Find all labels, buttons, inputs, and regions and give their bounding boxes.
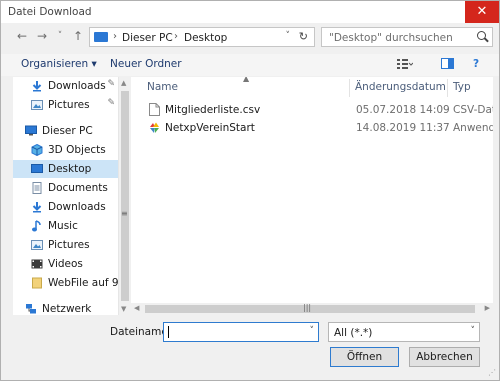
pc-icon [94,32,108,42]
file-list-horizontal-scrollbar[interactable]: ◀ ||| ▶ [131,303,493,315]
chevron-down-icon[interactable]: ˅ [471,326,476,336]
preview-pane-icon[interactable] [441,58,454,72]
nav-item-downloads[interactable]: Downloads [13,198,118,216]
csv-file-icon [149,103,160,116]
scroll-right-icon[interactable]: ▶ [485,304,490,312]
video-icon [31,259,43,269]
file-name: Mitgliederliste.csv [165,104,261,116]
toolbar: Organisieren ▾ Neuer Ordner ? [1,54,499,76]
nav-item-documents[interactable]: Documents [13,179,118,197]
scroll-thumb[interactable] [121,91,129,301]
file-list: Name ▲ Änderungsdatum Typ Mitgliederlist… [131,77,493,303]
chevron-down-icon[interactable]: ˅ [310,326,315,336]
recent-locations-button[interactable]: ˅ [53,28,67,44]
nav-item-label: 3D Objects [48,144,106,156]
title-bar: Datei Download ✕ [1,1,499,23]
cancel-button[interactable]: Abbrechen [409,347,480,367]
scroll-left-icon[interactable]: ◀ [134,304,139,312]
breadcrumb-desktop[interactable]: Desktop [184,32,227,44]
music-note-icon [32,220,41,232]
open-button[interactable]: Öffnen [330,347,399,367]
address-dropdown-icon[interactable]: ˅ [286,31,291,41]
new-folder-button[interactable]: Neuer Ordner [110,58,182,70]
desktop-icon [31,164,43,173]
column-header-type[interactable]: Typ [453,81,471,97]
file-dialog: Datei Download ✕ ← → ˅ ↑ › Dieser PC › D… [0,0,500,381]
nav-item-label: WebFile auf 94B [48,277,119,289]
search-icon[interactable] [477,31,486,40]
breadcrumb-separator: › [113,31,117,42]
nav-item-label: Music [48,220,78,232]
nav-item-pictures[interactable]: Pictures [13,236,118,254]
search-placeholder: "Desktop" durchsuchen [329,32,453,44]
nav-item-label: Pictures [48,99,90,111]
text-caret [168,326,169,338]
forward-button[interactable]: → [35,28,49,44]
download-arrow-icon [32,202,42,213]
scroll-up-icon[interactable]: ▲ [121,79,126,87]
back-button[interactable]: ← [15,28,29,44]
nav-item-label: Desktop [48,163,92,175]
column-separator[interactable] [447,79,448,97]
cube-icon [31,144,43,156]
nav-item-label: Pictures [48,239,90,251]
network-drive-icon [32,277,42,289]
nav-item-3d-objects[interactable]: 3D Objects [13,141,118,159]
up-button[interactable]: ↑ [71,28,85,44]
breadcrumb-dieser-pc[interactable]: Dieser PC [122,32,173,44]
network-icon [26,304,36,314]
resize-grip-icon[interactable]: ⋰ [488,368,496,377]
column-header-name[interactable]: Name [147,81,178,97]
file-type: Anwendu [453,122,493,134]
scroll-down-icon[interactable]: ▼ [121,305,126,313]
nav-item-label: Downloads [48,201,106,213]
nav-item-netzwerk[interactable]: Netzwerk [13,300,118,315]
navigation-pane: Downloads ✎ Pictures ✎ Dieser PC 3D Obje… [13,77,119,315]
address-bar[interactable]: › Dieser PC › Desktop ˅ ↻ [89,27,315,47]
filename-input[interactable]: ˅ [163,322,319,342]
download-arrow-icon [32,81,42,92]
pin-icon[interactable]: ✎ [107,79,115,89]
document-icon [32,182,42,194]
organize-button[interactable]: Organisieren ▾ [21,58,97,70]
window-title: Datei Download [8,6,92,18]
file-row[interactable]: NetxpVereinStart 14.08.2019 11:37 Anwend… [145,119,493,137]
pc-icon [25,125,37,136]
nav-item-dieser-pc[interactable]: Dieser PC [13,122,118,140]
nav-item-videos[interactable]: Videos [13,255,118,273]
file-date: 14.08.2019 11:37 [356,122,450,134]
column-header-date[interactable]: Änderungsdatum [355,81,446,97]
nav-item-label: Downloads [48,80,106,92]
file-row[interactable]: Mitgliederliste.csv 05.07.2018 14:09 CSV… [145,101,493,119]
nav-item-label: Netzwerk [42,303,92,315]
nav-item-downloads-quick[interactable]: Downloads ✎ [13,77,118,95]
file-date: 05.07.2018 14:09 [356,104,450,116]
breadcrumb-separator: › [174,31,178,42]
column-separator[interactable] [349,79,350,97]
scroll-grip-icon: ≡ [121,209,128,218]
nav-item-pictures-quick[interactable]: Pictures ✎ [13,96,118,114]
nav-item-label: Documents [48,182,108,194]
close-button[interactable]: ✕ [465,1,499,23]
nav-item-music[interactable]: Music [13,217,118,235]
pin-icon[interactable]: ✎ [107,98,115,108]
nav-item-desktop[interactable]: Desktop [13,160,118,178]
search-input[interactable]: "Desktop" durchsuchen [321,27,493,47]
refresh-icon[interactable]: ↻ [299,30,308,43]
filter-value: All (*.*) [334,327,373,339]
file-type-filter[interactable]: All (*.*) ˅ [328,322,480,342]
sort-arrow-icon: ▲ [243,77,250,83]
file-type: CSV-Date [453,104,493,116]
pictures-icon [31,240,43,250]
pictures-icon [31,100,43,110]
nav-item-label: Videos [48,258,83,270]
view-options-icon[interactable] [397,58,414,73]
scroll-grip-icon: ||| [303,303,312,312]
file-name: NetxpVereinStart [165,122,255,134]
help-icon[interactable]: ? [473,58,479,70]
navigation-scrollbar[interactable]: ▲ ≡ ▼ [119,77,131,315]
nav-item-label: Dieser PC [42,125,93,137]
nav-item-webfile[interactable]: WebFile auf 94B [13,274,119,292]
app-shortcut-icon [150,122,159,133]
